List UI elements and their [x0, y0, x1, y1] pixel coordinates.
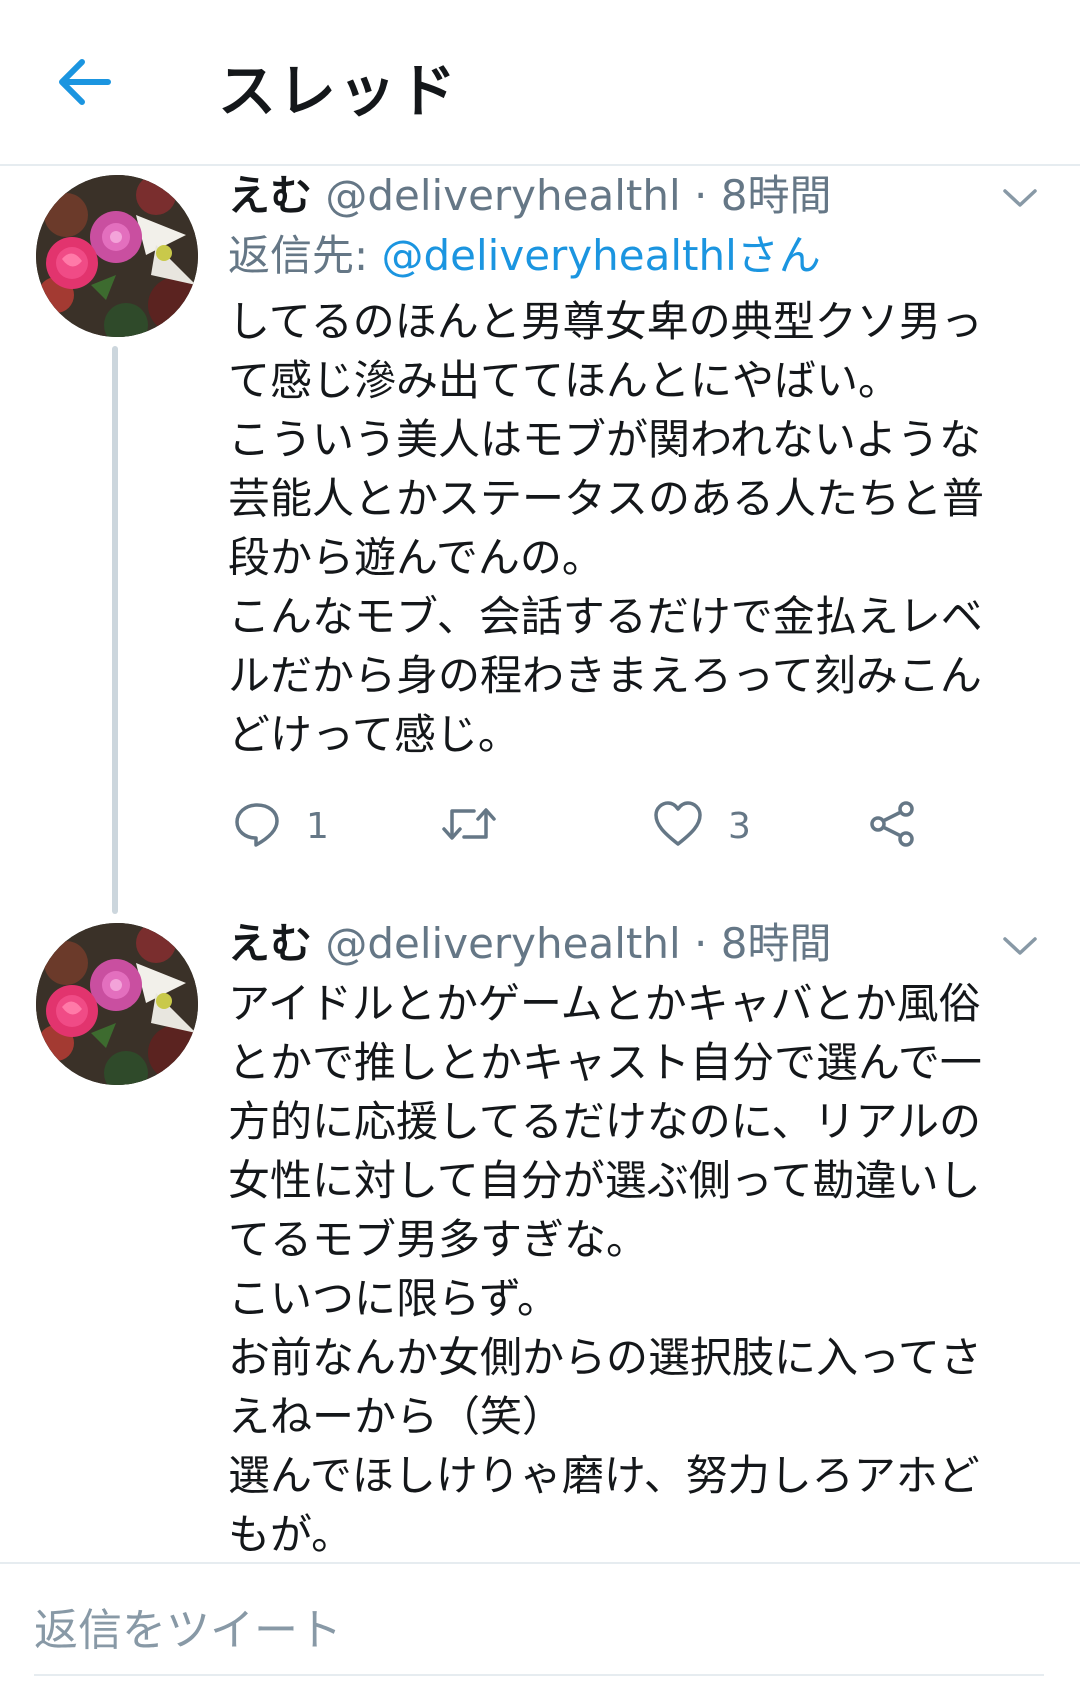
chevron-down-icon	[1002, 936, 1038, 960]
chevron-down-icon	[1002, 188, 1038, 212]
page-title: スレッド	[218, 57, 459, 125]
heart-icon	[652, 799, 704, 853]
top-app-bar: スレッド	[0, 0, 1080, 166]
avatar[interactable]	[36, 175, 198, 337]
separator-dot: ·	[694, 171, 708, 220]
display-name[interactable]: えむ	[228, 919, 312, 968]
reply-bubble-icon	[232, 799, 282, 853]
reply-count: 1	[306, 805, 329, 847]
retweet-button[interactable]	[440, 796, 498, 856]
reply-button[interactable]: 1	[232, 796, 329, 856]
tweet-header: えむ @deliveryhealthl · 8時間	[228, 170, 831, 222]
reply-prefix: 返信先:	[228, 231, 369, 280]
share-button[interactable]	[866, 796, 918, 856]
separator-dot: ·	[694, 919, 708, 968]
display-name[interactable]: えむ	[228, 171, 312, 220]
user-handle[interactable]: @deliveryhealthl	[325, 919, 680, 968]
tweet-menu-button[interactable]	[996, 176, 1044, 224]
timestamp[interactable]: 8時間	[721, 171, 832, 220]
thread-connector-line	[112, 346, 118, 914]
tweet-text: してるのほんと男尊女卑の典型クソ男っ て感じ滲み出ててほんとにやばい。 こういう…	[228, 297, 985, 759]
arrow-left-icon	[56, 56, 112, 112]
tweet-menu-button[interactable]	[996, 924, 1044, 972]
back-button[interactable]	[46, 46, 122, 122]
tweet-header: えむ @deliveryhealthl · 8時間	[228, 918, 831, 970]
like-button[interactable]: 3	[652, 796, 751, 856]
retweet-icon	[440, 799, 498, 853]
reply-mention-link[interactable]: @deliveryhealthlさん	[382, 231, 821, 280]
tweet-text: アイドルとかゲームとかキャバとか風俗 とかで推しとかキャスト自分で選んで一 方的…	[228, 979, 982, 1559]
share-icon	[866, 799, 918, 853]
timestamp[interactable]: 8時間	[721, 919, 832, 968]
reply-compose-bar	[0, 1562, 1080, 1707]
user-handle[interactable]: @deliveryhealthl	[325, 171, 680, 220]
reply-context: 返信先: @deliveryhealthlさん	[228, 230, 821, 282]
like-count: 3	[728, 805, 751, 847]
avatar[interactable]	[36, 923, 198, 1085]
reply-input[interactable]	[34, 1586, 1044, 1676]
tweet-actions: 1 3	[228, 796, 988, 856]
